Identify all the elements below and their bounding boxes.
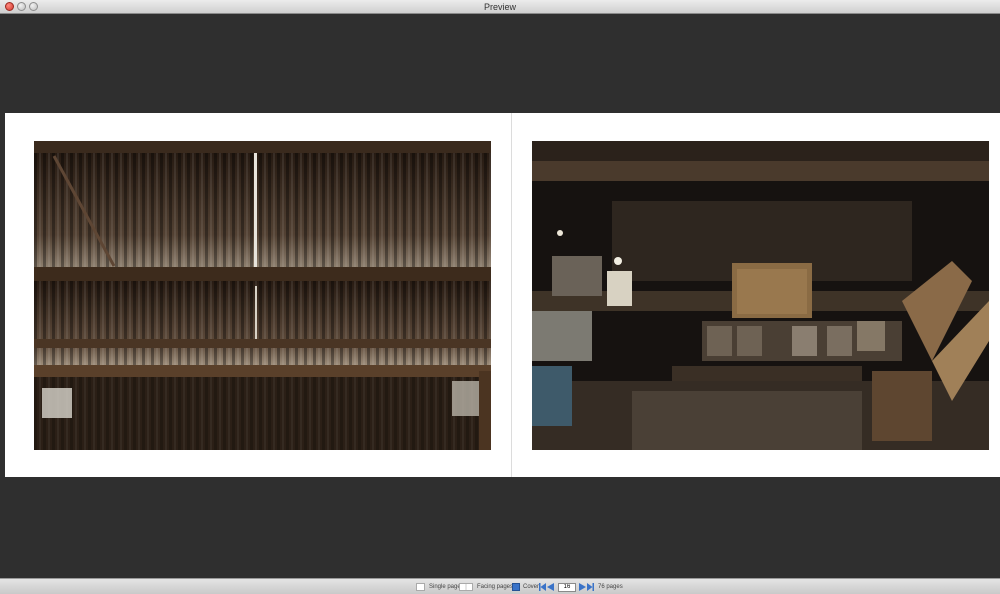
facing-pages-option[interactable]: Facing pages — [459, 582, 513, 592]
single-page-option[interactable]: Single page — [416, 582, 461, 592]
page-count-label: 76 pages — [598, 584, 623, 590]
last-page-button[interactable] — [587, 583, 594, 591]
single-page-icon — [416, 583, 425, 591]
page-navigation: 76 pages — [539, 582, 623, 592]
left-page-photo — [34, 141, 491, 450]
book-spread — [5, 113, 1000, 477]
right-page-photo — [532, 141, 989, 450]
title-bar: Preview — [0, 0, 1000, 14]
facing-pages-label: Facing pages — [477, 584, 514, 590]
window-title: Preview — [483, 2, 516, 12]
cover-icon — [512, 583, 520, 591]
facing-pages-icon — [459, 583, 473, 591]
page-number-field[interactable] — [558, 582, 576, 592]
next-page-button[interactable] — [579, 583, 586, 591]
cover-label: Cover — [523, 584, 540, 590]
first-page-button[interactable] — [539, 583, 546, 591]
bottom-toolbar: Single page Facing pages Cover 76 pages — [0, 578, 1000, 594]
page-spine — [511, 113, 512, 477]
single-page-label: Single page — [429, 584, 461, 590]
previous-page-button[interactable] — [547, 583, 554, 591]
cover-option[interactable]: Cover — [512, 582, 539, 592]
